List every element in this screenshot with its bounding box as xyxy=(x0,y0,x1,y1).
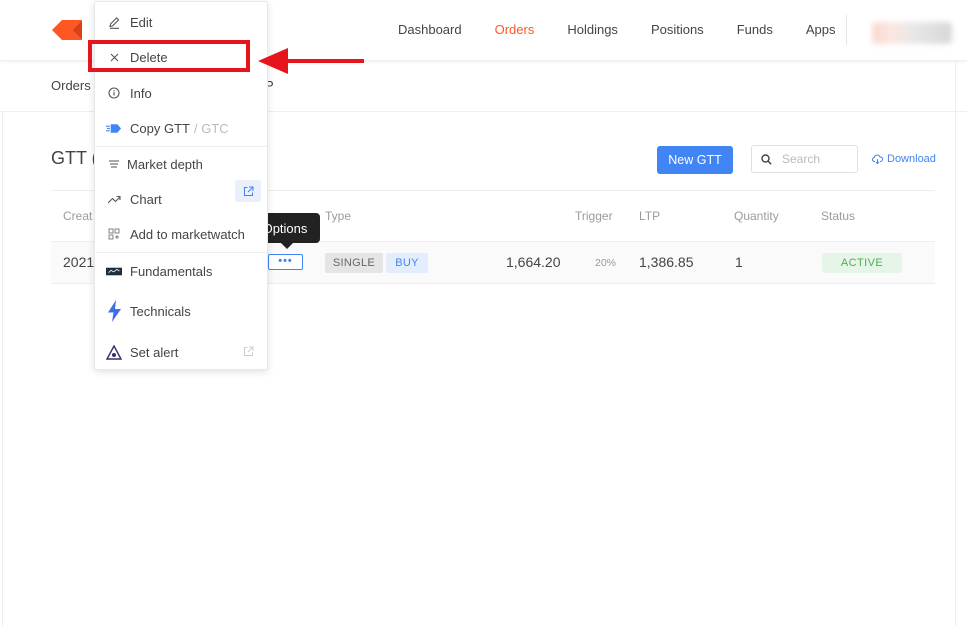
download-link[interactable]: Download xyxy=(872,153,936,165)
search-input[interactable] xyxy=(782,150,854,168)
nav-funds[interactable]: Funds xyxy=(737,22,773,37)
menu-item-fundamentals[interactable]: Fundamentals xyxy=(95,254,267,288)
external-link-icon[interactable] xyxy=(243,345,254,360)
set-alert-icon xyxy=(106,344,122,360)
menu-item-label: Edit xyxy=(130,14,153,30)
column-header-status[interactable]: Status xyxy=(821,209,855,223)
menu-item-label: Add to marketwatch xyxy=(130,226,245,242)
menu-item-label: Chart xyxy=(130,191,162,207)
page-title: GTT ( xyxy=(51,148,98,168)
download-label: Download xyxy=(887,153,936,165)
status-badge: ACTIVE xyxy=(822,253,902,273)
menu-item-technicals[interactable]: Technicals xyxy=(95,294,267,328)
cell-trigger-percent: 20% xyxy=(595,257,617,269)
menu-item-chart[interactable]: Chart xyxy=(95,180,267,216)
copy-gtt-label: Copy GTT xyxy=(130,120,190,136)
menu-item-add-to-marketwatch[interactable]: Add to marketwatch xyxy=(95,217,267,251)
menu-item-label: Info xyxy=(130,85,152,101)
menu-item-label: Market depth xyxy=(127,156,203,172)
column-header-quantity[interactable]: Quantity xyxy=(734,209,779,223)
menu-item-label: Copy GTT / GTC xyxy=(130,121,229,136)
nav-divider xyxy=(846,15,847,45)
annotation-arrow-icon xyxy=(258,48,364,74)
menu-item-edit[interactable]: Edit xyxy=(95,5,267,39)
cell-created: 2021 xyxy=(63,254,95,270)
chart-trend-icon xyxy=(106,195,122,204)
column-header-type[interactable]: Type xyxy=(325,209,351,223)
cloud-download-icon xyxy=(872,154,883,164)
external-link-icon[interactable] xyxy=(235,180,261,202)
column-header-trigger[interactable]: Trigger xyxy=(575,209,613,223)
menu-item-label: Fundamentals xyxy=(130,263,213,279)
menu-divider xyxy=(95,252,267,253)
new-gtt-button[interactable]: New GTT xyxy=(657,146,733,174)
nav-positions[interactable]: Positions xyxy=(651,22,704,37)
fundamentals-icon xyxy=(106,267,122,276)
search-field[interactable] xyxy=(751,145,858,173)
nav-orders[interactable]: Orders xyxy=(495,22,535,37)
menu-item-label: Technicals xyxy=(130,303,191,319)
nav-apps[interactable]: Apps xyxy=(806,22,836,37)
menu-item-label: Set alert xyxy=(130,344,179,360)
nav-holdings[interactable]: Holdings xyxy=(567,22,618,37)
options-button[interactable]: ••• xyxy=(268,254,303,270)
annotation-highlight-box xyxy=(88,40,250,72)
gtc-suffix: / GTC xyxy=(193,120,229,136)
page-border xyxy=(955,62,956,626)
menu-item-info[interactable]: Info xyxy=(95,76,267,110)
menu-item-set-alert[interactable]: Set alert xyxy=(95,335,267,369)
market-depth-icon xyxy=(106,160,122,168)
main-nav: Dashboard Orders Holdings Positions Fund… xyxy=(398,22,868,37)
menu-item-market-depth[interactable]: Market depth xyxy=(95,147,267,181)
subnav-orders[interactable]: Orders xyxy=(51,78,91,93)
column-header-ltp[interactable]: LTP xyxy=(639,209,660,223)
cell-quantity: 1 xyxy=(735,254,743,270)
page-border xyxy=(2,112,3,626)
nav-dashboard[interactable]: Dashboard xyxy=(398,22,462,37)
info-icon xyxy=(106,87,122,99)
cell-ltp: 1,386.85 xyxy=(639,254,694,270)
column-header-created[interactable]: Creat xyxy=(63,209,92,223)
copy-gtt-icon xyxy=(106,123,122,134)
user-profile-blurred[interactable] xyxy=(872,22,952,44)
cell-trigger: 1,664.20 xyxy=(506,254,561,270)
order-type-tag: SINGLE xyxy=(325,253,383,273)
technicals-bolt-icon xyxy=(106,300,122,322)
side-tag: BUY xyxy=(386,253,428,273)
menu-item-copy-gtt[interactable]: Copy GTT / GTC xyxy=(95,111,267,145)
search-icon xyxy=(761,154,772,165)
pencil-icon xyxy=(106,16,122,29)
kite-logo[interactable] xyxy=(52,20,82,40)
marketwatch-icon xyxy=(106,228,122,240)
